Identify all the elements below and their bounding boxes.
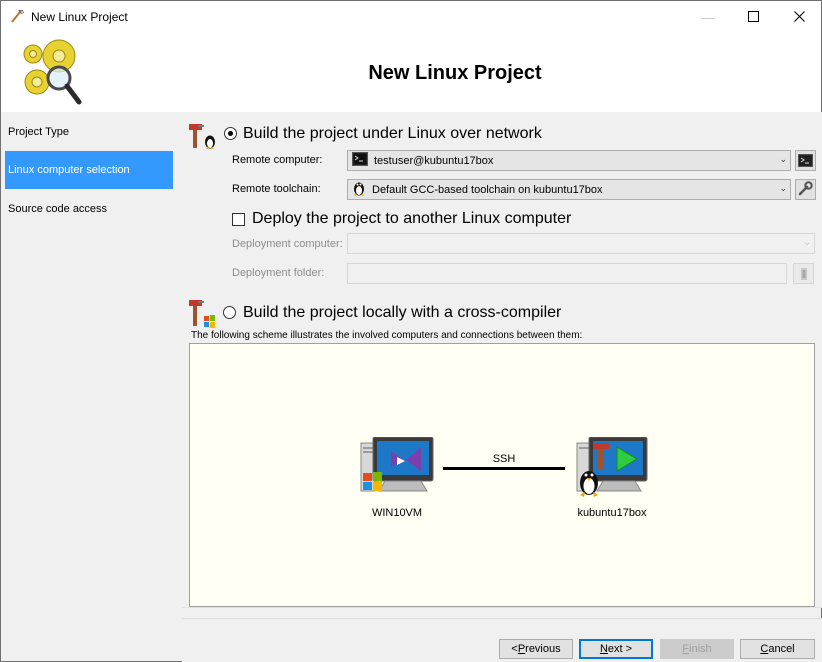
close-icon[interactable]: [776, 1, 822, 32]
deployment-computer-select[interactable]: ⌄: [347, 233, 815, 254]
hammer-tux-icon: [188, 122, 218, 153]
wizard-app-icon: [10, 8, 26, 24]
right-host-label: kubuntu17box: [577, 507, 647, 519]
connection-line: [443, 467, 565, 470]
next-button[interactable]: Next >: [579, 639, 653, 659]
deployment-computer-label: Deployment computer:: [232, 238, 343, 250]
chevron-down-icon: ⌄: [779, 154, 787, 164]
network-build-radio[interactable]: [224, 127, 237, 140]
linux-computer-icon: [575, 436, 651, 502]
sidebar-item-linux-computer-selection[interactable]: Linux computer selection: [5, 151, 173, 189]
cancel-button[interactable]: Cancel: [740, 639, 815, 659]
wizard-sidebar: Project Type Linux computer selection So…: [4, 112, 177, 660]
connection-scheme: [189, 343, 815, 607]
maximize-icon[interactable]: [730, 1, 776, 32]
deployment-folder-input[interactable]: [347, 263, 787, 284]
hammer-windows-icon: [188, 298, 218, 333]
wizard-header: New Linux Project: [1, 32, 821, 112]
toolchain-settings-button[interactable]: [795, 179, 816, 200]
local-build-radio[interactable]: [223, 306, 236, 319]
tux-icon: [352, 180, 366, 199]
remote-computer-value: testuser@kubuntu17box: [374, 154, 494, 167]
finish-label: inish: [689, 643, 712, 655]
previous-access-key: P: [517, 643, 526, 655]
network-build-label[interactable]: Build the project under Linux over netwo…: [243, 125, 542, 143]
finish-button[interactable]: Finish: [660, 639, 734, 659]
chevron-down-icon: ⌄: [803, 237, 811, 247]
deployment-folder-label: Deployment folder:: [232, 267, 325, 279]
scheme-caption: The following scheme illustrates the inv…: [191, 330, 583, 341]
remote-toolchain-value: Default GCC-based toolchain on kubuntu17…: [372, 183, 603, 196]
local-build-label[interactable]: Build the project locally with a cross-c…: [243, 304, 561, 322]
deploy-checkbox[interactable]: [232, 213, 245, 226]
terminal-button[interactable]: [795, 150, 816, 171]
next-access-key: N: [599, 643, 608, 655]
connection-label: SSH: [492, 453, 516, 465]
cancel-label: ancel: [768, 643, 795, 655]
window-title: New Linux Project: [31, 10, 128, 24]
cancel-access-key: C: [760, 643, 769, 655]
browse-folder-button[interactable]: [793, 263, 814, 284]
deploy-label[interactable]: Deploy the project to another Linux comp…: [252, 210, 571, 228]
minimize-icon[interactable]: —: [685, 1, 731, 32]
title-bar: New Linux Project —: [1, 1, 821, 32]
previous-label: revious: [525, 643, 561, 655]
wrench-icon: [798, 180, 813, 199]
sidebar-item-project-type[interactable]: Project Type: [5, 113, 173, 151]
left-host-label: WIN10VM: [371, 507, 423, 519]
chevron-down-icon: ⌄: [779, 183, 787, 193]
remote-computer-label: Remote computer:: [232, 154, 323, 166]
remote-toolchain-label: Remote toolchain:: [232, 183, 321, 195]
windows-vs-computer-icon: [359, 436, 435, 502]
finish-access-key: F: [682, 643, 690, 655]
previous-button[interactable]: < Previous: [499, 639, 573, 659]
wizard-window: New Linux Project — New Linux Project Pr…: [0, 0, 822, 662]
remote-toolchain-select[interactable]: Default GCC-based toolchain on kubuntu17…: [347, 179, 791, 200]
terminal-icon: [352, 152, 368, 169]
sidebar-item-source-code-access[interactable]: Source code access: [5, 190, 173, 228]
remote-computer-select[interactable]: testuser@kubuntu17box ⌄: [347, 150, 791, 171]
page-title: New Linux Project: [368, 62, 542, 84]
next-label: ext >: [607, 643, 633, 655]
